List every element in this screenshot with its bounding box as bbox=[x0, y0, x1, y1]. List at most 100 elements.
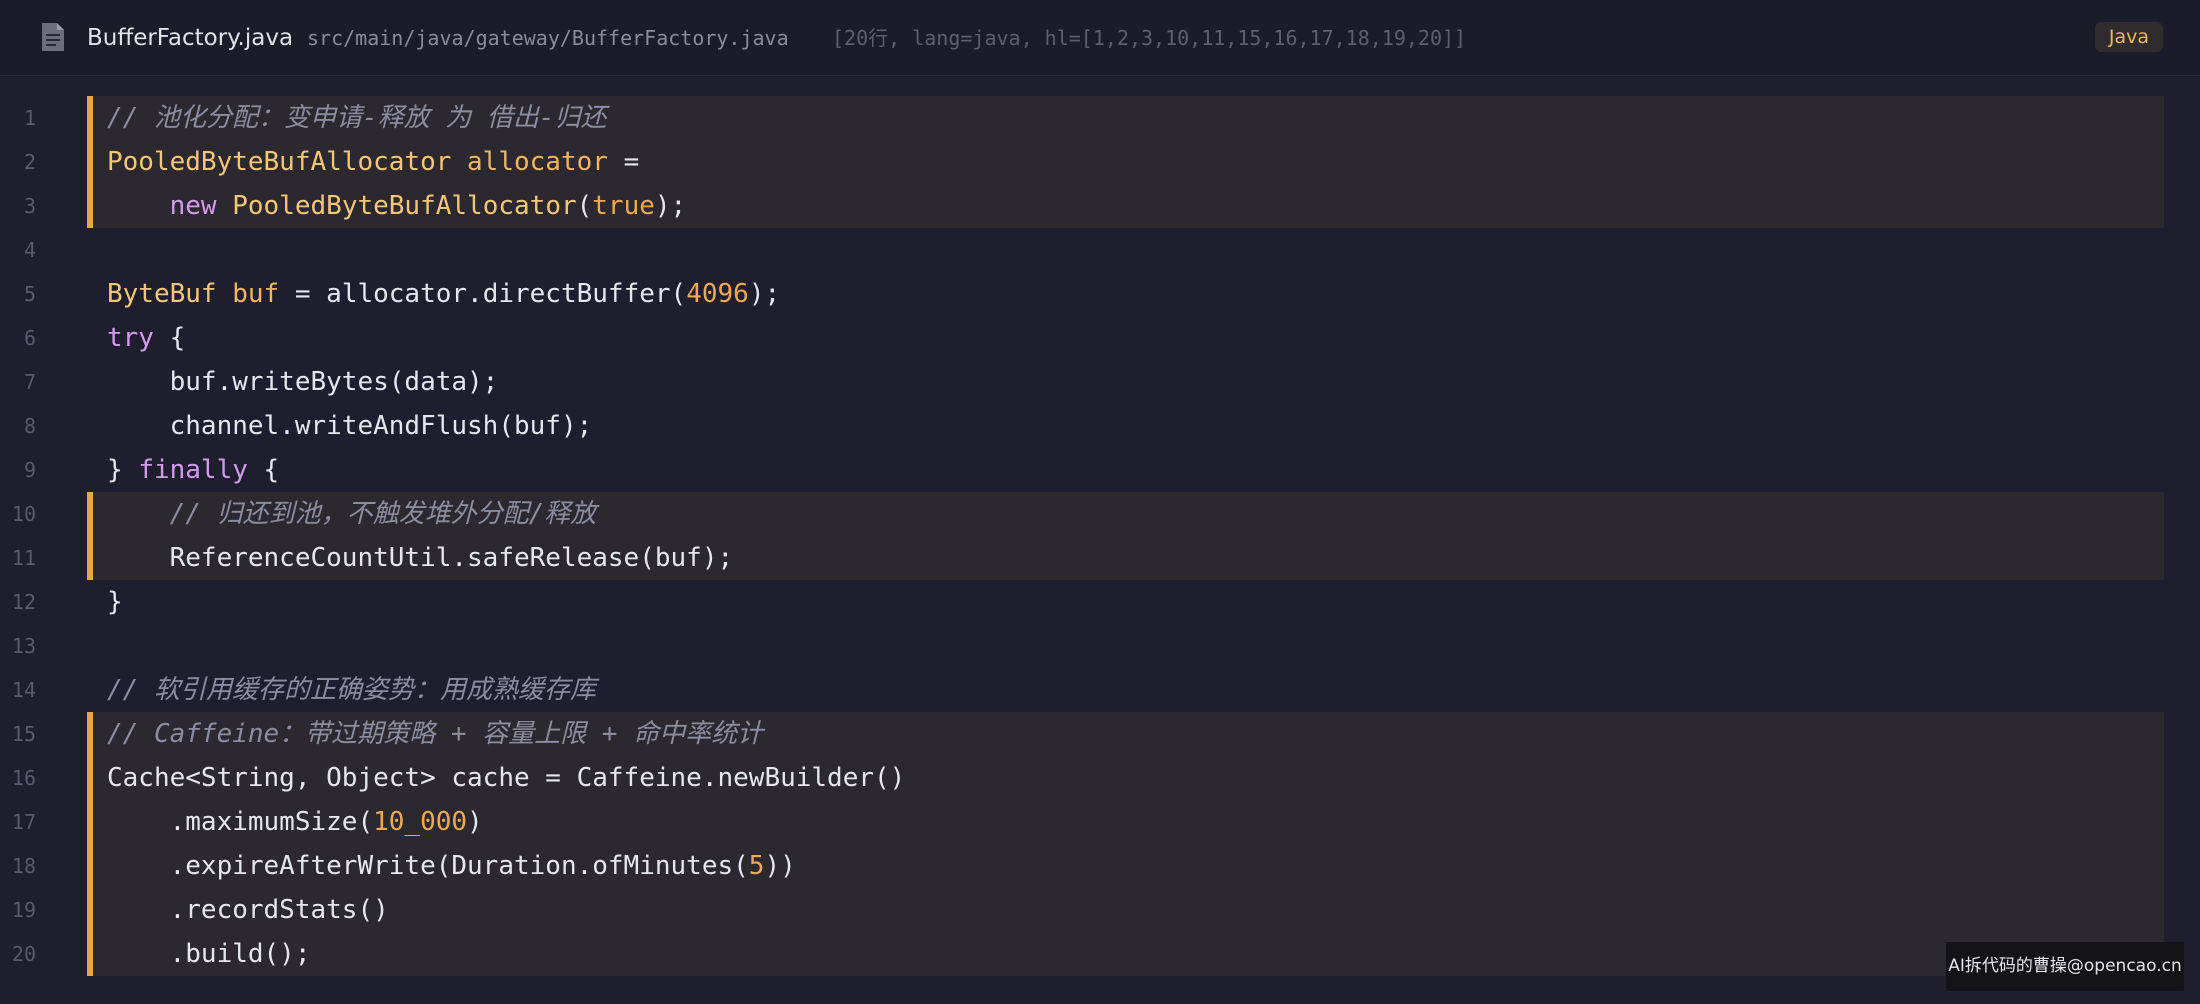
line-number: 16 bbox=[11, 766, 36, 790]
line-source: ReferenceCountUtil.safeRelease(buf); bbox=[107, 536, 734, 580]
code-token-number: 10_000 bbox=[373, 807, 468, 837]
code-block: 1 // 池化分配：变申请-释放 为 借出-归还 2 PooledByteBufAll… bbox=[0, 96, 2200, 976]
code-token-keyword: try bbox=[107, 323, 154, 353]
line-source: // 池化分配：变申请-释放 为 借出-归还 bbox=[107, 96, 607, 140]
code-line: 6 try { bbox=[0, 316, 2200, 360]
code-token-plain: buf.writeBytes(data); bbox=[107, 367, 499, 397]
code-token-plain: )) bbox=[764, 851, 796, 881]
code-line: 12} bbox=[0, 580, 2200, 624]
code-token-plain: ); bbox=[654, 191, 687, 221]
line-source: // 软引用缓存的正确姿势：用成熟缓存库 bbox=[107, 668, 596, 712]
code-token-plain: Cache<String, Object> cache = Caffeine.n… bbox=[107, 763, 906, 793]
file-meta: [20行, lang=java, hl=[1,2,3,10,11,15,16,1… bbox=[832, 26, 1467, 50]
line-number: 1 bbox=[23, 106, 36, 130]
code-line: 20 .build(); bbox=[0, 932, 2200, 976]
line-source: // Caffeine：带过期策略 + 容量上限 + 命中率统计 bbox=[107, 712, 763, 756]
code-token-plain: ReferenceCountUtil.safeRelease(buf); bbox=[107, 543, 734, 573]
code-token-comment: // 池化分配：变申请-释放 为 借出-归还 bbox=[107, 103, 607, 133]
code-token-var: allocator bbox=[467, 147, 608, 177]
line-source: // 归还到池，不触发堆外分配/释放 bbox=[107, 492, 597, 536]
line-source: } finally { bbox=[107, 448, 279, 492]
code-token-plain: ); bbox=[748, 279, 781, 309]
line-number: 6 bbox=[23, 326, 36, 350]
code-token-plain: ( bbox=[576, 191, 593, 221]
line-number: 9 bbox=[23, 458, 36, 482]
code-line: 17 .maximumSize(10_000) bbox=[0, 800, 2200, 844]
line-number: 13 bbox=[11, 634, 36, 658]
line-number: 7 bbox=[23, 370, 36, 394]
code-token-var: buf bbox=[232, 279, 280, 309]
line-source: try { bbox=[107, 316, 185, 360]
line-number: 2 bbox=[23, 150, 36, 174]
code-token-comment: // Caffeine：带过期策略 + 容量上限 + 命中率统计 bbox=[107, 719, 764, 749]
line-source: buf.writeBytes(data); bbox=[107, 360, 499, 404]
code-token-plain: = bbox=[607, 147, 640, 177]
language-badge: Java bbox=[2094, 22, 2163, 52]
code-line: 13 bbox=[0, 624, 2200, 668]
line-source: } bbox=[107, 580, 123, 624]
code-token-keyword: finally bbox=[138, 455, 248, 485]
code-token-type: ByteBuf bbox=[107, 279, 217, 309]
line-source: new PooledByteBufAllocator(true); bbox=[107, 184, 687, 228]
line-number: 17 bbox=[11, 810, 36, 834]
line-source: ByteBuf buf = allocator.directBuffer(409… bbox=[107, 272, 780, 316]
code-line: 16 Cache<String, Object> cache = Caffeine… bbox=[0, 756, 2200, 800]
code-token-plain: .maximumSize( bbox=[107, 807, 374, 837]
file-header: BufferFactory.java src/main/java/gateway… bbox=[0, 0, 2200, 76]
line-source: .expireAfterWrite(Duration.ofMinutes(5)) bbox=[107, 844, 796, 888]
code-token-plain: { bbox=[153, 323, 186, 353]
line-number: 5 bbox=[23, 282, 36, 306]
code-token-comment: // 归还到池，不触发堆外分配/释放 bbox=[169, 499, 597, 529]
code-line: 5 ByteBuf buf = allocator.directBuffer(40… bbox=[0, 272, 2200, 316]
file-icon bbox=[40, 22, 66, 52]
code-token-keyword: new bbox=[169, 191, 217, 221]
line-number: 8 bbox=[23, 414, 36, 438]
code-token-plain: ) bbox=[467, 807, 483, 837]
line-number: 20 bbox=[11, 942, 36, 966]
code-token-plain: = allocator.directBuffer( bbox=[279, 279, 687, 309]
code-line: 9} finally { bbox=[0, 448, 2200, 492]
code-line: 8 channel.writeAndFlush(buf); bbox=[0, 404, 2200, 448]
line-number: 10 bbox=[11, 502, 36, 526]
line-number: 19 bbox=[11, 898, 36, 922]
code-line: 15 // Caffeine：带过期策略 + 容量上限 + 命中率统计 bbox=[0, 712, 2200, 756]
code-line: 14 // 软引用缓存的正确姿势：用成熟缓存库 bbox=[0, 668, 2200, 712]
code-token-number: true bbox=[592, 191, 655, 221]
code-line: 11 ReferenceCountUtil.safeRelease(buf); bbox=[0, 536, 2200, 580]
code-token-plain: } bbox=[107, 455, 139, 485]
code-token-number: 4096 bbox=[686, 279, 749, 309]
code-line: 7 buf.writeBytes(data); bbox=[0, 360, 2200, 404]
code-token-type: PooledByteBufAllocator bbox=[232, 191, 577, 221]
code-token-comment: // 软引用缓存的正确姿势：用成熟缓存库 bbox=[107, 675, 596, 705]
line-source: PooledByteBufAllocator allocator = bbox=[107, 140, 639, 184]
code-line: 19 .recordStats() bbox=[0, 888, 2200, 932]
line-highlight bbox=[87, 888, 2164, 932]
line-source: .recordStats() bbox=[107, 888, 389, 932]
code-token-plain: { bbox=[247, 455, 280, 485]
line-number: 15 bbox=[11, 722, 36, 746]
code-token-plain: } bbox=[107, 587, 123, 617]
code-token-plain: .build(); bbox=[107, 939, 311, 969]
line-source: channel.writeAndFlush(buf); bbox=[107, 404, 593, 448]
code-token-number: 5 bbox=[748, 851, 765, 881]
line-number: 12 bbox=[11, 590, 36, 614]
code-token-type: PooledByteBufAllocator bbox=[107, 147, 452, 177]
code-line: 1 // 池化分配：变申请-释放 为 借出-归还 bbox=[0, 96, 2200, 140]
file-path: src/main/java/gateway/BufferFactory.java bbox=[307, 26, 789, 50]
code-line: 2 PooledByteBufAllocator allocator = bbox=[0, 140, 2200, 184]
line-number: 3 bbox=[23, 194, 36, 218]
line-number: 18 bbox=[11, 854, 36, 878]
line-source: .maximumSize(10_000) bbox=[107, 800, 483, 844]
line-number: 4 bbox=[23, 238, 36, 262]
code-line: 18 .expireAfterWrite(Duration.ofMinutes(… bbox=[0, 844, 2200, 888]
code-token-plain: .recordStats() bbox=[107, 895, 389, 925]
code-token-plain: .expireAfterWrite(Duration.ofMinutes( bbox=[107, 851, 749, 881]
line-source: .build(); bbox=[107, 932, 311, 976]
code-token-plain: channel.writeAndFlush(buf); bbox=[107, 411, 593, 441]
file-name: BufferFactory.java bbox=[87, 25, 294, 51]
watermark: AI拆代码的曹操@opencao.cn bbox=[1946, 942, 2184, 991]
